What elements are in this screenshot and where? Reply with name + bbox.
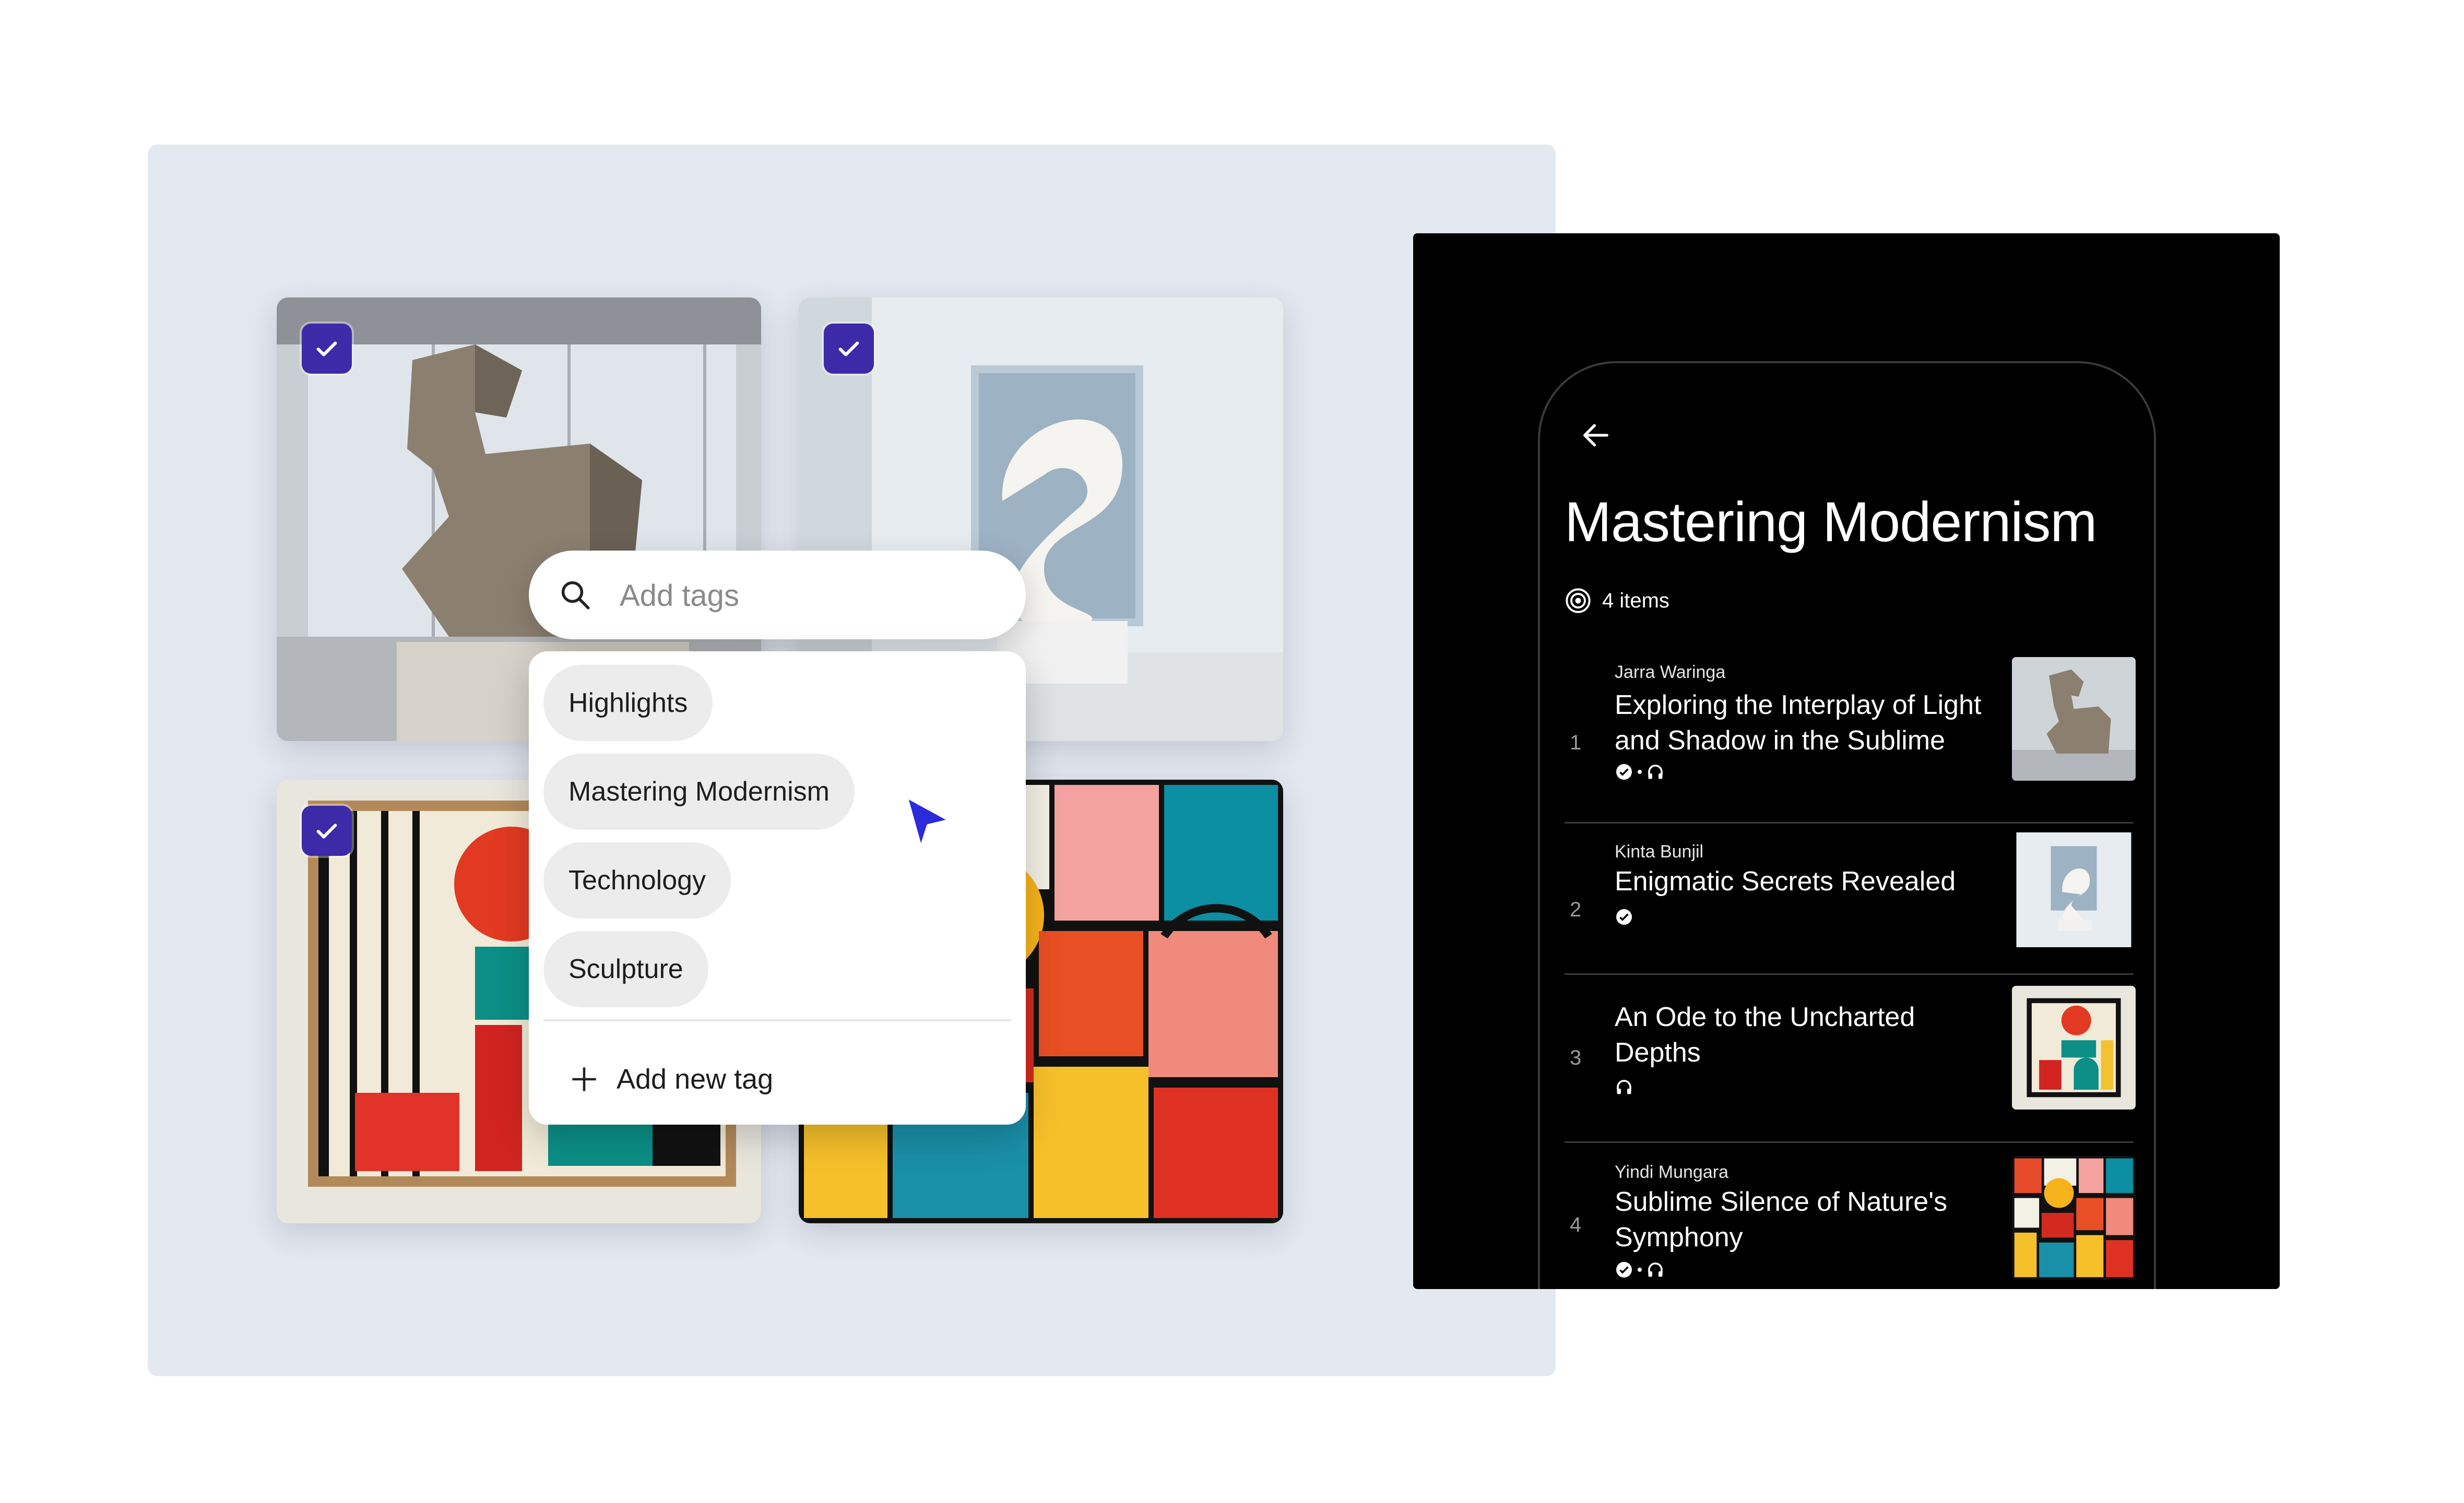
list-item[interactable]: 4 Yindi Mungara Sublime Silence of Natur… (1565, 1156, 2136, 1289)
item-title: Sublime Silence of Nature's Symphony (1615, 1187, 1948, 1252)
item-thumbnail (2012, 832, 2136, 947)
headphones-icon (1648, 1262, 1663, 1277)
tag-chip-mastering-modernism[interactable]: Mastering Modernism (543, 754, 855, 830)
list-item[interactable]: 1 Jarra Waringa Exploring the Interplay … (1565, 657, 2136, 824)
item-author: Kinta Bunjil (1615, 842, 1704, 862)
back-arrow-icon[interactable] (1579, 419, 1613, 452)
row-divider (1565, 822, 2134, 824)
item-meta (1615, 1078, 1633, 1096)
headphones-icon (1648, 765, 1663, 779)
item-number: 1 (1570, 731, 1582, 754)
collection-count-label: 4 items (1602, 589, 1669, 612)
check-icon (316, 341, 337, 356)
list-item[interactable]: 2 Kinta Bunjil Enigmatic Secrets Reveale… (1565, 832, 2134, 983)
item-meta (1615, 1260, 1665, 1279)
item-number: 3 (1570, 1046, 1582, 1069)
collection-count: 4 items (1565, 587, 1669, 614)
verified-icon (1616, 1262, 1632, 1278)
item-thumbnail (2012, 986, 2136, 1110)
check-icon (838, 341, 859, 356)
verified-icon (1616, 909, 1632, 925)
item-title: Enigmatic Secrets Revealed (1615, 866, 1956, 897)
item-number: 4 (1570, 1213, 1582, 1236)
tag-chip-sculpture[interactable]: Sculpture (543, 931, 708, 1007)
dropdown-divider (543, 1019, 1011, 1021)
row-divider (1565, 973, 2134, 975)
item-number: 2 (1570, 898, 1582, 921)
item-author: Jarra Waringa (1615, 662, 1726, 682)
tag-search-field[interactable] (529, 551, 1026, 639)
add-new-tag-button[interactable]: Add new tag (566, 1053, 773, 1105)
verified-icon (1616, 764, 1632, 780)
collection-title: Mastering Modernism (1565, 490, 2097, 553)
selected-checkbox[interactable] (302, 806, 352, 856)
cursor-icon (905, 795, 952, 850)
tag-search-input[interactable] (619, 571, 997, 619)
check-icon (316, 824, 337, 839)
selected-checkbox[interactable] (824, 324, 874, 374)
item-title: An Ode to the Uncharted Depths (1615, 1002, 1915, 1068)
item-meta (1615, 908, 1633, 926)
item-author: Yindi Mungara (1615, 1162, 1728, 1182)
headphones-icon (1617, 1080, 1631, 1094)
plus-icon (572, 1067, 596, 1091)
item-thumbnail (2012, 1156, 2136, 1280)
item-meta (1615, 762, 1665, 781)
tag-chip-technology[interactable]: Technology (543, 842, 731, 918)
add-new-tag-label: Add new tag (617, 1064, 774, 1095)
selected-checkbox[interactable] (302, 324, 352, 374)
search-icon (561, 581, 590, 610)
row-divider (1565, 1141, 2134, 1143)
collection-icon (1566, 588, 1591, 613)
list-item[interactable]: 3 An Ode to the Uncharted Depths (1565, 986, 2136, 1156)
item-thumbnail (2012, 657, 2136, 781)
collection-preview-panel: Mastering Modernism 4 items 1 Jarra Wari… (1413, 233, 2280, 1289)
item-title: Exploring the Interplay of Light and Sha… (1615, 690, 1982, 756)
tag-dropdown: Highlights Mastering Modernism Technolog… (529, 651, 1026, 1125)
tag-chip-highlights[interactable]: Highlights (543, 665, 713, 741)
